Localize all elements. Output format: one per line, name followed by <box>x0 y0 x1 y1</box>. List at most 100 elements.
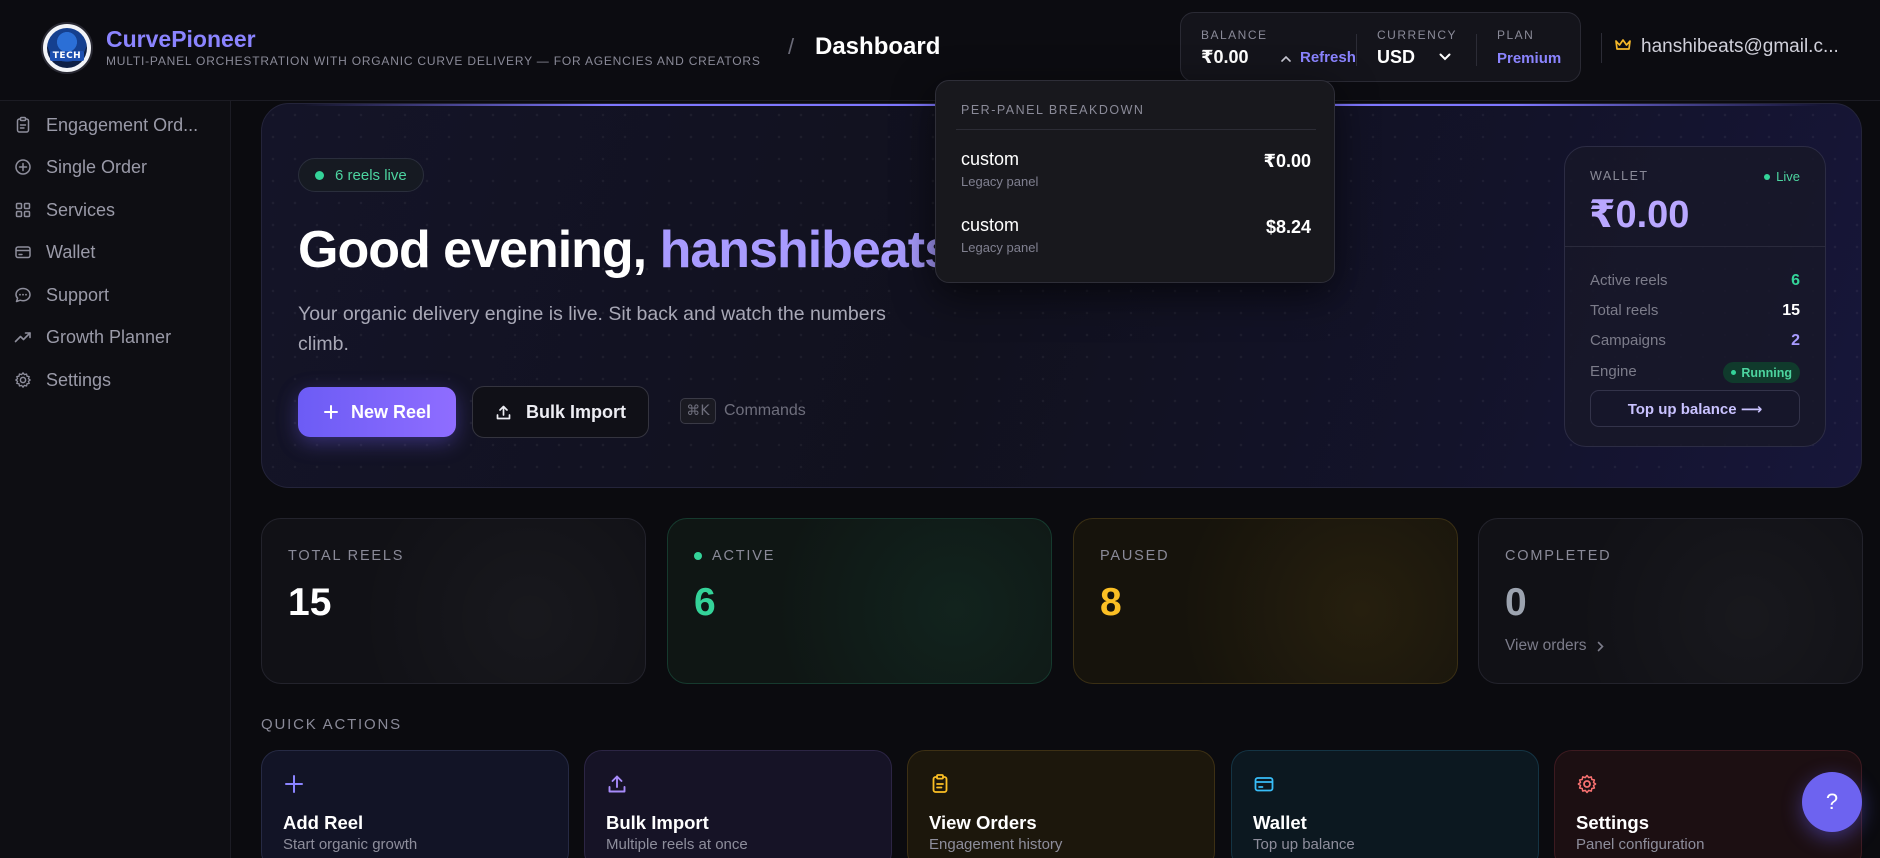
status-dot-icon <box>1731 370 1737 375</box>
clipboard-icon <box>16 116 30 133</box>
chevron-up-icon[interactable] <box>1281 55 1291 62</box>
upload-icon <box>496 405 511 419</box>
breadcrumb-separator: / <box>788 34 795 59</box>
panel-name: custom <box>961 149 1020 169</box>
sidebar-item-label: Wallet <box>46 241 96 262</box>
wallet-row-value: 15 <box>1782 302 1800 319</box>
stat-value: 0 <box>1505 581 1527 624</box>
new-reel-button[interactable]: New Reel <box>298 387 456 437</box>
upload-icon <box>608 775 626 793</box>
sidebar-item-engagement-orders[interactable]: Engagement Ord... <box>14 110 198 140</box>
bulk-import-button[interactable]: Bulk Import <box>472 386 649 438</box>
brand-logo[interactable]: TECH <box>41 22 93 74</box>
sidebar-item-label: Engagement Ord... <box>46 114 199 135</box>
quick-action-desc: Engagement history <box>929 836 1063 853</box>
hero-subtitle: Your organic delivery engine is live. Si… <box>298 303 886 355</box>
sidebar-item-label: Growth Planner <box>46 326 172 347</box>
wallet-row-label: Active reels <box>1590 272 1668 289</box>
sidebar-item-settings[interactable]: Settings <box>14 365 111 395</box>
stat-value: 15 <box>288 581 332 624</box>
divider <box>1565 246 1825 247</box>
quick-action-desc: Start organic growth <box>283 836 418 853</box>
wallet-row-label: Engine <box>1590 363 1637 380</box>
divider <box>1476 34 1477 66</box>
quick-actions-title: QUICK ACTIONS <box>261 716 402 733</box>
sidebar-item-label: Single Order <box>46 156 148 177</box>
stat-card-completed[interactable]: COMPLETED 0 View orders <box>1478 518 1863 684</box>
breakdown-row[interactable]: custom Legacy panel ₹0.00 <box>961 149 1311 193</box>
gear-icon <box>15 372 31 388</box>
wallet-row-total-reels: Total reels 15 <box>1590 302 1800 324</box>
wallet-row-value: 2 <box>1791 332 1800 349</box>
sidebar-item-label: Services <box>46 199 116 220</box>
sidebar-item-services[interactable]: Services <box>14 195 115 225</box>
chevron-right-icon <box>1597 641 1604 651</box>
stat-card-paused[interactable]: PAUSED 8 <box>1073 518 1458 684</box>
divider <box>1356 34 1357 66</box>
bulk-import-label: Bulk Import <box>525 401 626 422</box>
divider <box>956 129 1316 130</box>
stat-label: COMPLETED <box>1505 548 1612 564</box>
quick-action-wallet[interactable]: Wallet Top up balance <box>1231 750 1539 858</box>
brand-tagline: MULTI-PANEL ORCHESTRATION WITH ORGANIC C… <box>106 54 761 68</box>
breakdown-row[interactable]: custom Legacy panel $8.24 <box>961 215 1311 259</box>
quick-action-name: Wallet <box>1253 812 1307 833</box>
balance-value: ₹0.00 <box>1201 47 1249 67</box>
quick-action-desc: Multiple reels at once <box>606 836 748 853</box>
plan-value: Premium <box>1497 50 1562 67</box>
per-panel-breakdown-popover: PER-PANEL BREAKDOWN custom Legacy panel … <box>935 80 1335 283</box>
commands-link[interactable]: Commands <box>724 402 806 420</box>
quick-action-name: View Orders <box>929 812 1037 833</box>
plus-icon <box>285 775 303 793</box>
view-orders-link[interactable]: View orders <box>1505 637 1604 655</box>
greeting-heading: Good evening, hanshibeats <box>298 220 953 280</box>
breakdown-title: PER-PANEL BREAKDOWN <box>961 103 1145 117</box>
sidebar-item-label: Settings <box>46 369 112 390</box>
user-email-menu[interactable]: hanshibeats@gmail.c... <box>1641 36 1837 58</box>
crown-icon <box>1614 38 1632 52</box>
stat-card-active[interactable]: ACTIVE 6 <box>667 518 1052 684</box>
greeting-prefix: Good evening, <box>298 221 660 279</box>
balance-label: BALANCE <box>1201 28 1268 42</box>
wallet-amount: ₹0.00 <box>1589 194 1690 236</box>
engine-status-text: Running <box>1741 365 1792 380</box>
chevron-down-icon <box>1439 53 1451 61</box>
logo-text: TECH <box>49 51 85 61</box>
greeting-username: hanshibeats <box>659 221 953 279</box>
quick-action-desc: Top up balance <box>1253 836 1355 853</box>
stat-card-total-reels[interactable]: TOTAL REELS 15 <box>261 518 646 684</box>
quick-action-view-orders[interactable]: View Orders Engagement history <box>907 750 1215 858</box>
help-button[interactable]: ? <box>1802 772 1862 832</box>
quick-action-name: Settings <box>1576 812 1649 833</box>
top-up-balance-button[interactable]: Top up balance ⟶ <box>1590 390 1800 427</box>
wallet-row-engine: Engine Running <box>1590 362 1800 385</box>
brand-name[interactable]: CurvePioneer <box>106 26 256 53</box>
quick-action-add-reel[interactable]: Add Reel Start organic growth <box>261 750 569 858</box>
stat-label: TOTAL REELS <box>288 548 405 564</box>
panel-balance: ₹0.00 <box>1263 151 1311 171</box>
live-dot-icon <box>1764 173 1771 180</box>
sidebar: Engagement Ord... Single Order Services … <box>0 101 231 858</box>
sidebar-item-wallet[interactable]: Wallet <box>14 237 95 267</box>
refresh-button[interactable]: Refresh <box>1300 49 1356 66</box>
live-dot-icon <box>315 170 324 180</box>
sidebar-item-support[interactable]: Support <box>14 280 109 310</box>
command-shortcut-key[interactable]: ⌘K <box>680 398 716 424</box>
panel-name: custom <box>961 215 1020 235</box>
sidebar-item-growth-planner[interactable]: Growth Planner <box>14 322 171 352</box>
quick-action-bulk-import[interactable]: Bulk Import Multiple reels at once <box>584 750 892 858</box>
stat-label: PAUSED <box>1100 548 1170 564</box>
chat-icon <box>15 287 31 303</box>
quick-action-desc: Panel configuration <box>1576 836 1705 853</box>
wallet-row-campaigns: Campaigns 2 <box>1590 332 1800 354</box>
new-reel-label: New Reel <box>350 401 432 422</box>
wallet-live-text: Live <box>1776 169 1800 184</box>
grid-icon <box>15 202 31 218</box>
sidebar-item-single-order[interactable]: Single Order <box>14 152 147 182</box>
sidebar-item-label: Support <box>46 284 110 305</box>
clipboard-icon <box>932 774 948 793</box>
engine-status-badge: Running <box>1723 362 1800 383</box>
page-title: Dashboard <box>815 33 941 60</box>
panel-balance: $8.24 <box>1265 217 1311 237</box>
stat-value: 6 <box>694 581 716 624</box>
